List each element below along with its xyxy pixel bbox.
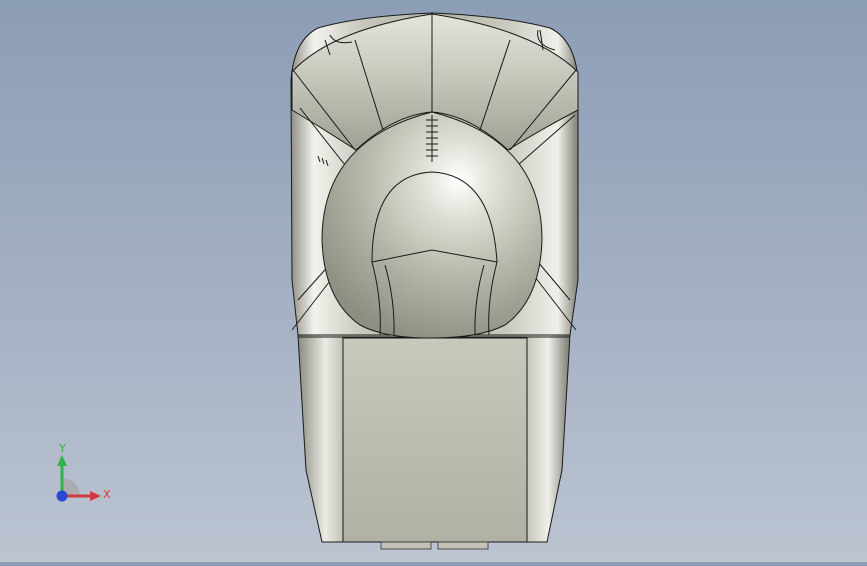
axis-triad: Y X	[40, 438, 120, 518]
3d-model-viewport[interactable]	[0, 0, 867, 562]
x-axis-label: X	[103, 488, 111, 501]
y-axis-label: Y	[58, 442, 66, 455]
lower-body	[297, 334, 571, 550]
z-axis-dot	[56, 490, 68, 502]
